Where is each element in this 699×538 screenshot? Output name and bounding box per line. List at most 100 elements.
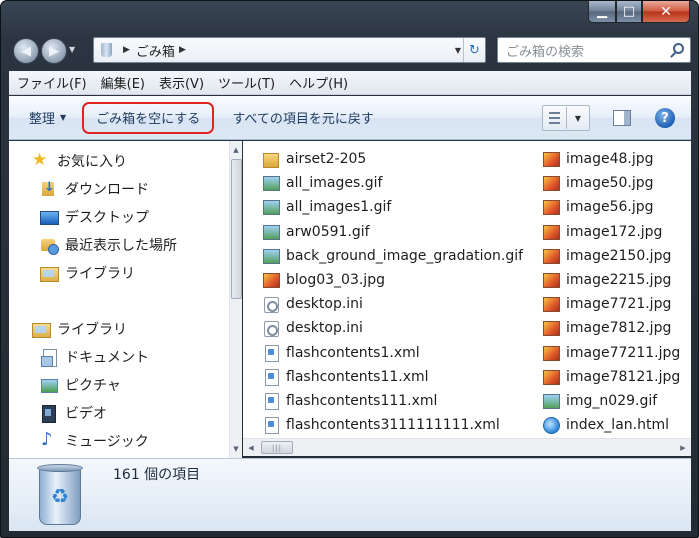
jpg-icon	[543, 199, 560, 216]
nav-music-label: ミュージック	[65, 434, 149, 450]
file-item[interactable]: index_lan.html	[543, 413, 680, 437]
breadcrumb-chevron-icon[interactable]: ▶	[179, 45, 186, 55]
nav-pictures[interactable]: ピクチャ	[39, 373, 121, 397]
file-name: desktop.ini	[286, 320, 363, 337]
file-name: flashcontents111.xml	[286, 392, 438, 409]
forward-button[interactable]: ▶	[41, 38, 67, 64]
file-item[interactable]: blog03_03.jpg	[263, 268, 523, 292]
minimize-button[interactable]: ▁	[588, 1, 616, 23]
nav-scroll-thumb[interactable]	[231, 159, 242, 299]
gif-icon	[263, 199, 280, 216]
menu-view[interactable]: 表示(V)	[151, 73, 210, 92]
menu-tools[interactable]: ツール(T)	[210, 73, 281, 92]
view-dropdown-icon[interactable]: ▼	[567, 114, 589, 123]
file-item[interactable]: image172.jpg	[543, 220, 680, 244]
file-item[interactable]: all_images.gif	[263, 171, 523, 195]
jpg-icon	[263, 272, 280, 289]
desktop-icon	[39, 208, 59, 226]
jpg-icon	[543, 272, 560, 289]
empty-recycle-bin-button[interactable]: ごみ箱を空にする	[82, 101, 215, 134]
file-item[interactable]: image78121.jpg	[543, 365, 680, 389]
nav-downloads[interactable]: ダウンロード	[39, 177, 149, 201]
breadcrumb-recycle-bin[interactable]: ごみ箱	[136, 41, 175, 60]
file-name: all_images1.gif	[286, 199, 392, 216]
back-arrow-icon: ◀	[21, 43, 31, 59]
file-name: back_ground_image_gradation.gif	[286, 247, 524, 264]
search-input[interactable]: ごみ箱の検索	[497, 37, 691, 63]
change-view-button[interactable]: ▼	[542, 105, 590, 131]
videos-icon	[39, 404, 59, 423]
file-item[interactable]: all_images1.gif	[263, 195, 523, 219]
recent-places-icon	[39, 236, 59, 255]
recycle-bin-icon	[97, 41, 119, 59]
ini-icon	[263, 296, 280, 314]
file-item[interactable]: back_ground_image_gradation.gif	[263, 244, 523, 268]
back-button[interactable]: ◀	[13, 38, 39, 64]
preview-pane-icon[interactable]	[613, 110, 631, 126]
file-item[interactable]: airset2-205	[263, 147, 523, 171]
file-item[interactable]: image77211.jpg	[543, 341, 680, 365]
scroll-left-icon[interactable]: ◀	[243, 439, 259, 456]
horizontal-scroll-thumb[interactable]: |||	[261, 441, 293, 454]
search-placeholder: ごみ箱の検索	[506, 44, 585, 60]
nav-recent-places[interactable]: 最近表示した場所	[39, 233, 177, 257]
nav-music[interactable]: ミュージック	[39, 429, 149, 453]
file-column-1: airset2-205 all_images.gif all_images1.gif…	[263, 147, 523, 437]
nav-desktop[interactable]: デスクトップ	[39, 205, 149, 229]
close-button[interactable]: ✕	[642, 1, 690, 23]
file-item[interactable]: arw0591.gif	[263, 220, 523, 244]
file-item[interactable]: desktop.ini	[263, 292, 523, 316]
file-item[interactable]: image2150.jpg	[543, 244, 680, 268]
nav-scrollbar[interactable]: ▲ ▼	[229, 141, 242, 458]
menu-file[interactable]: ファイル(F)	[9, 73, 93, 92]
file-name: image2215.jpg	[566, 272, 672, 289]
recycle-bin-icon: ♻	[35, 464, 85, 527]
nav-libraries-fav-label: ライブラリ	[65, 266, 135, 282]
file-item[interactable]: image2215.jpg	[543, 268, 680, 292]
recent-pages-dropdown[interactable]: ▼	[69, 45, 75, 54]
file-item[interactable]: flashcontents11.xml	[263, 365, 523, 389]
file-item[interactable]: image7812.jpg	[543, 316, 680, 340]
nav-libraries-favorite[interactable]: ライブラリ	[39, 261, 135, 285]
file-item[interactable]: flashcontents3111111111.xml	[263, 413, 523, 437]
details-pane: ♻ 161 個の項目	[9, 458, 691, 531]
file-item[interactable]: img_n029.gif	[543, 389, 680, 413]
file-name: image50.jpg	[566, 175, 654, 192]
file-item[interactable]: desktop.ini	[263, 316, 523, 340]
address-dropdown-icon[interactable]: ▼	[455, 46, 461, 55]
nav-libraries[interactable]: ライブラリ	[31, 317, 127, 341]
search-icon[interactable]	[673, 43, 684, 54]
file-item[interactable]: flashcontents111.xml	[263, 389, 523, 413]
breadcrumb-chevron-icon[interactable]: ▶	[123, 45, 130, 55]
scroll-down-icon[interactable]: ▼	[230, 442, 242, 456]
caption-buttons: ▁ □ ✕	[588, 1, 690, 27]
menu-help[interactable]: ヘルプ(H)	[281, 73, 354, 92]
nav-downloads-label: ダウンロード	[65, 182, 149, 198]
maximize-button[interactable]: □	[616, 1, 642, 23]
file-item[interactable]: image50.jpg	[543, 171, 680, 195]
xml-icon	[263, 392, 280, 410]
nav-documents[interactable]: ドキュメント	[39, 345, 149, 369]
nav-pictures-label: ピクチャ	[65, 378, 121, 394]
file-name: image78121.jpg	[566, 368, 681, 385]
file-item[interactable]: image48.jpg	[543, 147, 680, 171]
horizontal-scrollbar[interactable]: ◀ ||| ▶	[243, 438, 691, 456]
menu-edit[interactable]: 編集(E)	[93, 73, 151, 92]
nav-recent-label: 最近表示した場所	[65, 238, 177, 254]
scroll-up-icon[interactable]: ▲	[230, 143, 242, 157]
address-bar[interactable]: ▶ ごみ箱 ▶ ▼ ↻	[93, 37, 486, 63]
nav-favorites[interactable]: お気に入り	[31, 149, 127, 173]
jpg-icon	[543, 175, 560, 192]
organize-button[interactable]: 整理 ▼	[19, 103, 76, 133]
refresh-icon[interactable]: ↻	[463, 38, 485, 62]
file-item[interactable]: image56.jpg	[543, 195, 680, 219]
help-icon[interactable]: ?	[655, 108, 675, 128]
file-item[interactable]: flashcontents1.xml	[263, 341, 523, 365]
nav-videos[interactable]: ビデオ	[39, 401, 107, 425]
scroll-right-icon[interactable]: ▶	[675, 439, 691, 456]
file-item[interactable]: image7721.jpg	[543, 292, 680, 316]
nav-desktop-label: デスクトップ	[65, 210, 149, 226]
file-name: image7812.jpg	[566, 320, 672, 337]
restore-all-button[interactable]: すべての項目を元に戻す	[222, 103, 384, 133]
gif-icon	[263, 248, 280, 264]
